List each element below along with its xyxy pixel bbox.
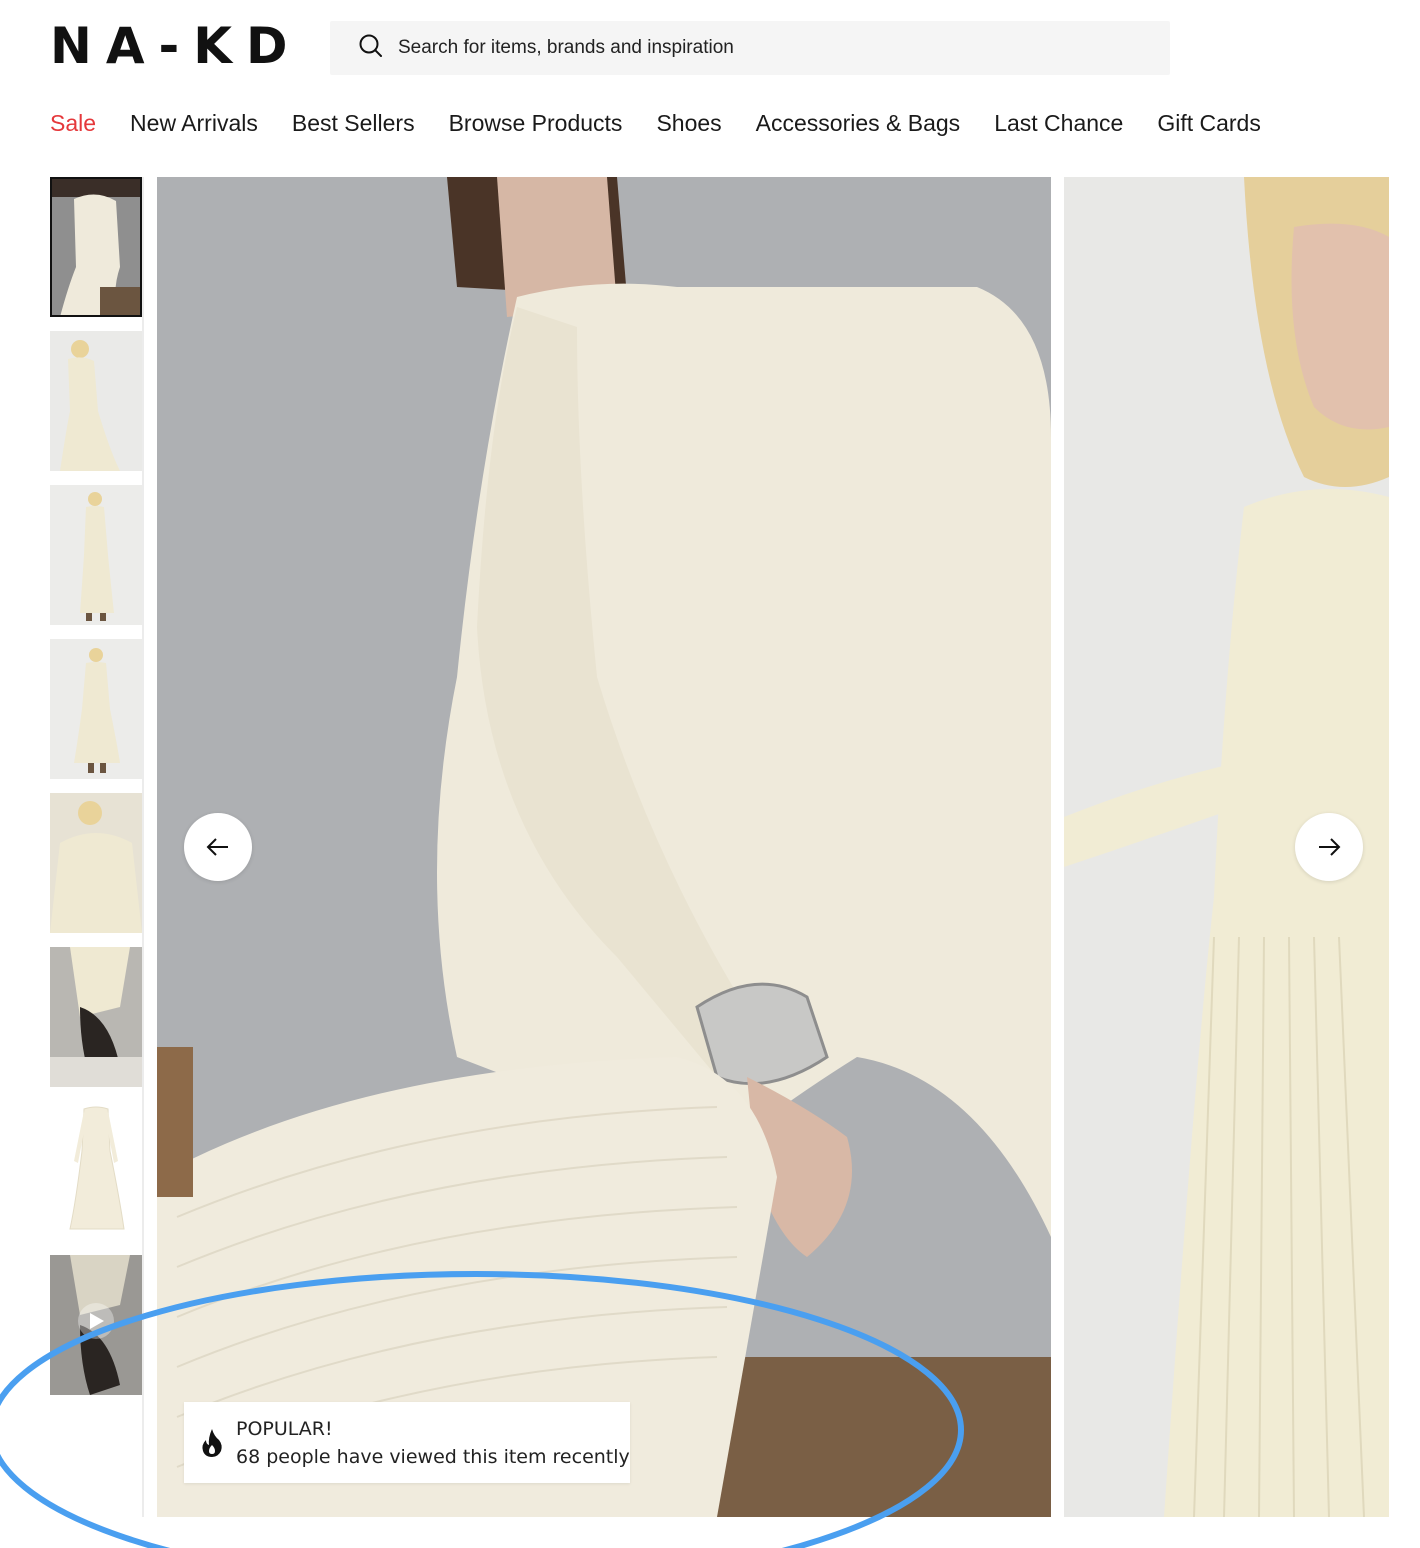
arrow-left-icon <box>206 838 228 856</box>
popular-message: 68 people have viewed this item recently <box>236 1445 630 1468</box>
thumbnail-2[interactable] <box>50 331 142 471</box>
nav-item-new-arrivals[interactable]: New Arrivals <box>130 110 258 137</box>
main-navigation: Sale New Arrivals Best Sellers Browse Pr… <box>50 110 1261 137</box>
popular-title: POPULAR! <box>236 1417 333 1440</box>
thumbnail-list <box>50 177 142 1409</box>
thumbnail-3[interactable] <box>50 485 142 625</box>
arrow-right-icon <box>1319 838 1341 856</box>
thumbnail-7[interactable] <box>50 1101 142 1241</box>
nav-item-browse-products[interactable]: Browse Products <box>449 110 623 137</box>
search-bar[interactable] <box>330 21 1170 75</box>
thumbnail-8-video[interactable] <box>50 1255 142 1395</box>
nav-item-last-chance[interactable]: Last Chance <box>994 110 1123 137</box>
main-product-image[interactable] <box>157 177 1051 1517</box>
nav-item-accessories-bags[interactable]: Accessories & Bags <box>756 110 961 137</box>
thumbnail-5[interactable] <box>50 793 142 933</box>
nav-item-gift-cards[interactable]: Gift Cards <box>1157 110 1261 137</box>
nav-item-sale[interactable]: Sale <box>50 110 96 137</box>
nav-item-shoes[interactable]: Shoes <box>656 110 721 137</box>
flame-icon <box>202 1428 222 1457</box>
next-image-button[interactable] <box>1295 813 1363 881</box>
thumbnail-4[interactable] <box>50 639 142 779</box>
thumbnail-1[interactable] <box>50 177 142 317</box>
popular-badge: POPULAR! 68 people have viewed this item… <box>184 1402 630 1483</box>
logo-text: NA-KD <box>50 17 302 75</box>
search-input[interactable] <box>398 37 1098 59</box>
nav-item-best-sellers[interactable]: Best Sellers <box>292 110 415 137</box>
thumbnail-6[interactable] <box>50 947 142 1087</box>
thumbnail-divider <box>142 177 144 1517</box>
site-logo[interactable]: NA-KD <box>50 18 302 74</box>
previous-image-button[interactable] <box>184 813 252 881</box>
search-icon <box>358 33 384 64</box>
